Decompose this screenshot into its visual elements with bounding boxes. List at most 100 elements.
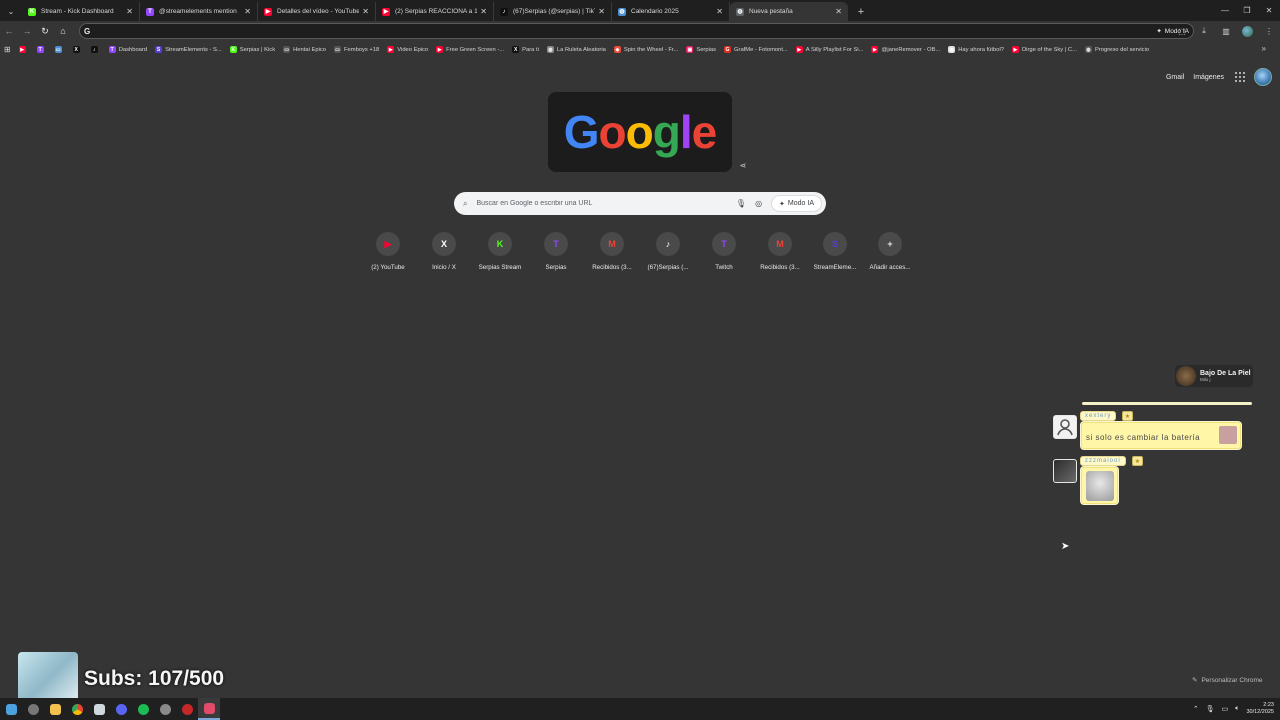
spotify-icon[interactable] (132, 698, 154, 720)
menu-icon[interactable]: ⋮ (1258, 27, 1280, 36)
network-icon[interactable]: ▭ (1222, 705, 1229, 713)
bookmark-item[interactable]: T Dashboard (108, 46, 147, 53)
shortcut-tile[interactable]: T Twitch (696, 232, 752, 271)
apps-icon[interactable]: ⊞ (4, 45, 11, 54)
google-doodle[interactable]: Google (548, 92, 732, 172)
customize-chrome-button[interactable]: ✎ Personalizar Chrome (1186, 672, 1269, 688)
bookmark-item[interactable]: ▶ Free Green Screen -... (436, 46, 504, 53)
discord-icon[interactable] (110, 698, 132, 720)
tab[interactable]: ▶ Detalles del vídeo - YouTube St ✕ (258, 2, 376, 21)
start-icon[interactable] (0, 698, 22, 720)
bookmark-folder-icon[interactable]: ▭ (54, 46, 65, 53)
shortcut-label: Serpias Stream (478, 264, 522, 271)
shortcut-label: Twitch (715, 264, 733, 271)
bookmark-item[interactable]: ◍ La Ruleta Aleatoria (546, 46, 606, 53)
back-icon[interactable]: ← (0, 22, 18, 40)
bookmark-item[interactable]: S StreamElements - S... (155, 46, 222, 53)
shortcut-tile[interactable]: T Serpias (528, 232, 584, 271)
profile-avatar[interactable] (1242, 25, 1253, 37)
forward-icon[interactable]: → (18, 22, 36, 40)
bookmark-item[interactable]: G GrafMe - Fotomont... (724, 46, 788, 53)
lens-icon[interactable]: ◎ (755, 199, 762, 208)
shortcut-tile[interactable]: + Añadir acces... (862, 232, 918, 271)
bookmark-item[interactable]: ◍ Progreso del servicio (1084, 46, 1149, 53)
ai-mode-button[interactable]: ✦ Modo IA (771, 195, 822, 212)
bookmark-tiktok-icon[interactable]: ♪ (90, 46, 101, 53)
tray-chevron-icon[interactable]: ⌃ (1193, 705, 1199, 713)
obs-icon[interactable] (176, 698, 198, 720)
search-input[interactable] (476, 200, 736, 207)
bookmark-item[interactable]: ▭ Hentai Epico (283, 46, 326, 53)
search-box[interactable]: ⌕ 🎙︎ ◎ ✦ Modo IA (454, 192, 826, 215)
tab[interactable]: ♪ (67)Serpias (@serpias) | TikTok ✕ (494, 2, 612, 21)
tab-close-icon[interactable]: ✕ (480, 7, 487, 16)
tiktok-icon: ♪ (656, 232, 680, 256)
share-icon[interactable]: ⋖ (736, 158, 750, 172)
bookmark-item[interactable]: X Para ti (512, 46, 539, 53)
tab[interactable]: T @streamelements mention ✕ (140, 2, 258, 21)
tab[interactable]: ◍ Calendario 2025 ✕ (612, 2, 730, 21)
bookmark-item[interactable]: ▶ Video Epico (387, 46, 428, 53)
bookmark-item[interactable]: ▶ @janeRemover - OB... (871, 46, 940, 53)
volume-icon[interactable]: 🔈︎ (1235, 705, 1239, 713)
notepad-icon[interactable] (88, 698, 110, 720)
tab-close-icon[interactable]: ✕ (362, 7, 369, 16)
bookmark-item[interactable]: ▶ A Silly Playlist For Si... (795, 46, 863, 53)
downloads-icon[interactable]: ⤓ (1193, 26, 1215, 36)
search-taskbar-icon[interactable] (22, 698, 44, 720)
account-avatar[interactable] (1254, 68, 1272, 86)
tab[interactable]: K Stream - Kick Dashboard ✕ (22, 2, 140, 21)
twitch-icon: T (712, 232, 736, 256)
tab[interactable]: ◍ Nueva pestaña ✕ (730, 2, 848, 21)
images-link[interactable]: Imágenes (1193, 74, 1224, 81)
bookmark-item[interactable]: ◍ Hay ahora fútbol? (948, 46, 1004, 53)
microphone-icon[interactable]: 🎙︎ (736, 199, 746, 208)
bookmark-item[interactable]: ▣ Serpias (686, 46, 716, 53)
gmail-link[interactable]: Gmail (1166, 74, 1184, 81)
address-bar[interactable]: G ✦ Modo IA (79, 23, 1194, 39)
more-bookmarks-icon[interactable]: » (1262, 44, 1266, 53)
shortcut-tile[interactable]: M Recibidos (3... (584, 232, 640, 271)
bookmark-item[interactable]: K Serpias | Kick (229, 46, 275, 53)
shortcut-tile[interactable]: ♪ (67)Serpias (... (640, 232, 696, 271)
bookmark-twitch-icon[interactable]: T (36, 46, 47, 53)
bookmark-item[interactable]: ▶ Dirge of the Sky | C... (1011, 46, 1077, 53)
shortcut-tile[interactable]: X Inicio / X (416, 232, 472, 271)
reload-icon[interactable]: ↻ (36, 22, 54, 40)
shortcut-tile[interactable]: ▶ (2) YouTube (360, 232, 416, 271)
minimize-icon[interactable]: — (1214, 0, 1236, 21)
google-apps-icon[interactable] (1235, 72, 1245, 82)
chrome-taskbar-icon[interactable] (66, 698, 88, 720)
gmail-icon: M (768, 232, 792, 256)
bookmark-youtube-icon[interactable]: ▶ (18, 46, 29, 53)
ai-mode-button-label: Modo IA (787, 200, 814, 207)
tab-close-icon[interactable]: ✕ (244, 7, 251, 16)
bookmark-icon: ◍ (948, 46, 956, 53)
new-tab-button[interactable]: + (852, 3, 870, 21)
close-window-icon[interactable]: ✕ (1258, 0, 1280, 21)
streaming-app-icon[interactable] (198, 698, 220, 720)
bookmark-item[interactable]: ◈ Spin the Wheel - Fr... (613, 46, 678, 53)
shortcut-tile[interactable]: S StreamEleme... (807, 232, 863, 271)
maximize-icon[interactable]: ❐ (1236, 0, 1258, 21)
shortcut-label: (2) YouTube (371, 264, 405, 271)
tab-close-icon[interactable]: ✕ (126, 7, 133, 16)
tab-close-icon[interactable]: ✕ (598, 7, 605, 16)
home-icon[interactable]: ⌂ (54, 22, 72, 40)
tab-close-icon[interactable]: ✕ (835, 7, 842, 16)
tab-close-icon[interactable]: ✕ (716, 7, 723, 16)
bookmark-x-icon[interactable]: X (72, 46, 83, 53)
settings-icon[interactable] (154, 698, 176, 720)
shortcut-tile[interactable]: K Serpias Stream (472, 232, 528, 271)
tab[interactable]: ▶ (2) Serpias REACCIONA a 100 ✕ (376, 2, 494, 21)
file-explorer-icon[interactable] (44, 698, 66, 720)
tiktok-icon: ♪ (500, 7, 508, 16)
shortcut-tile[interactable]: M Recibidos (3... (752, 232, 808, 271)
bookmark-item[interactable]: ▭ Femboys +18 (333, 46, 379, 53)
tab-search-icon[interactable]: ⌄ (2, 2, 20, 20)
side-panel-icon[interactable]: ▥ (1215, 27, 1237, 36)
clock[interactable]: 2:23 30/12/2025 (1246, 702, 1274, 716)
globe-icon: ◍ (618, 7, 626, 16)
microphone-tray-icon[interactable]: 🎙︎ (1206, 705, 1215, 713)
extensions-icon[interactable]: ⬚ (1171, 27, 1193, 36)
